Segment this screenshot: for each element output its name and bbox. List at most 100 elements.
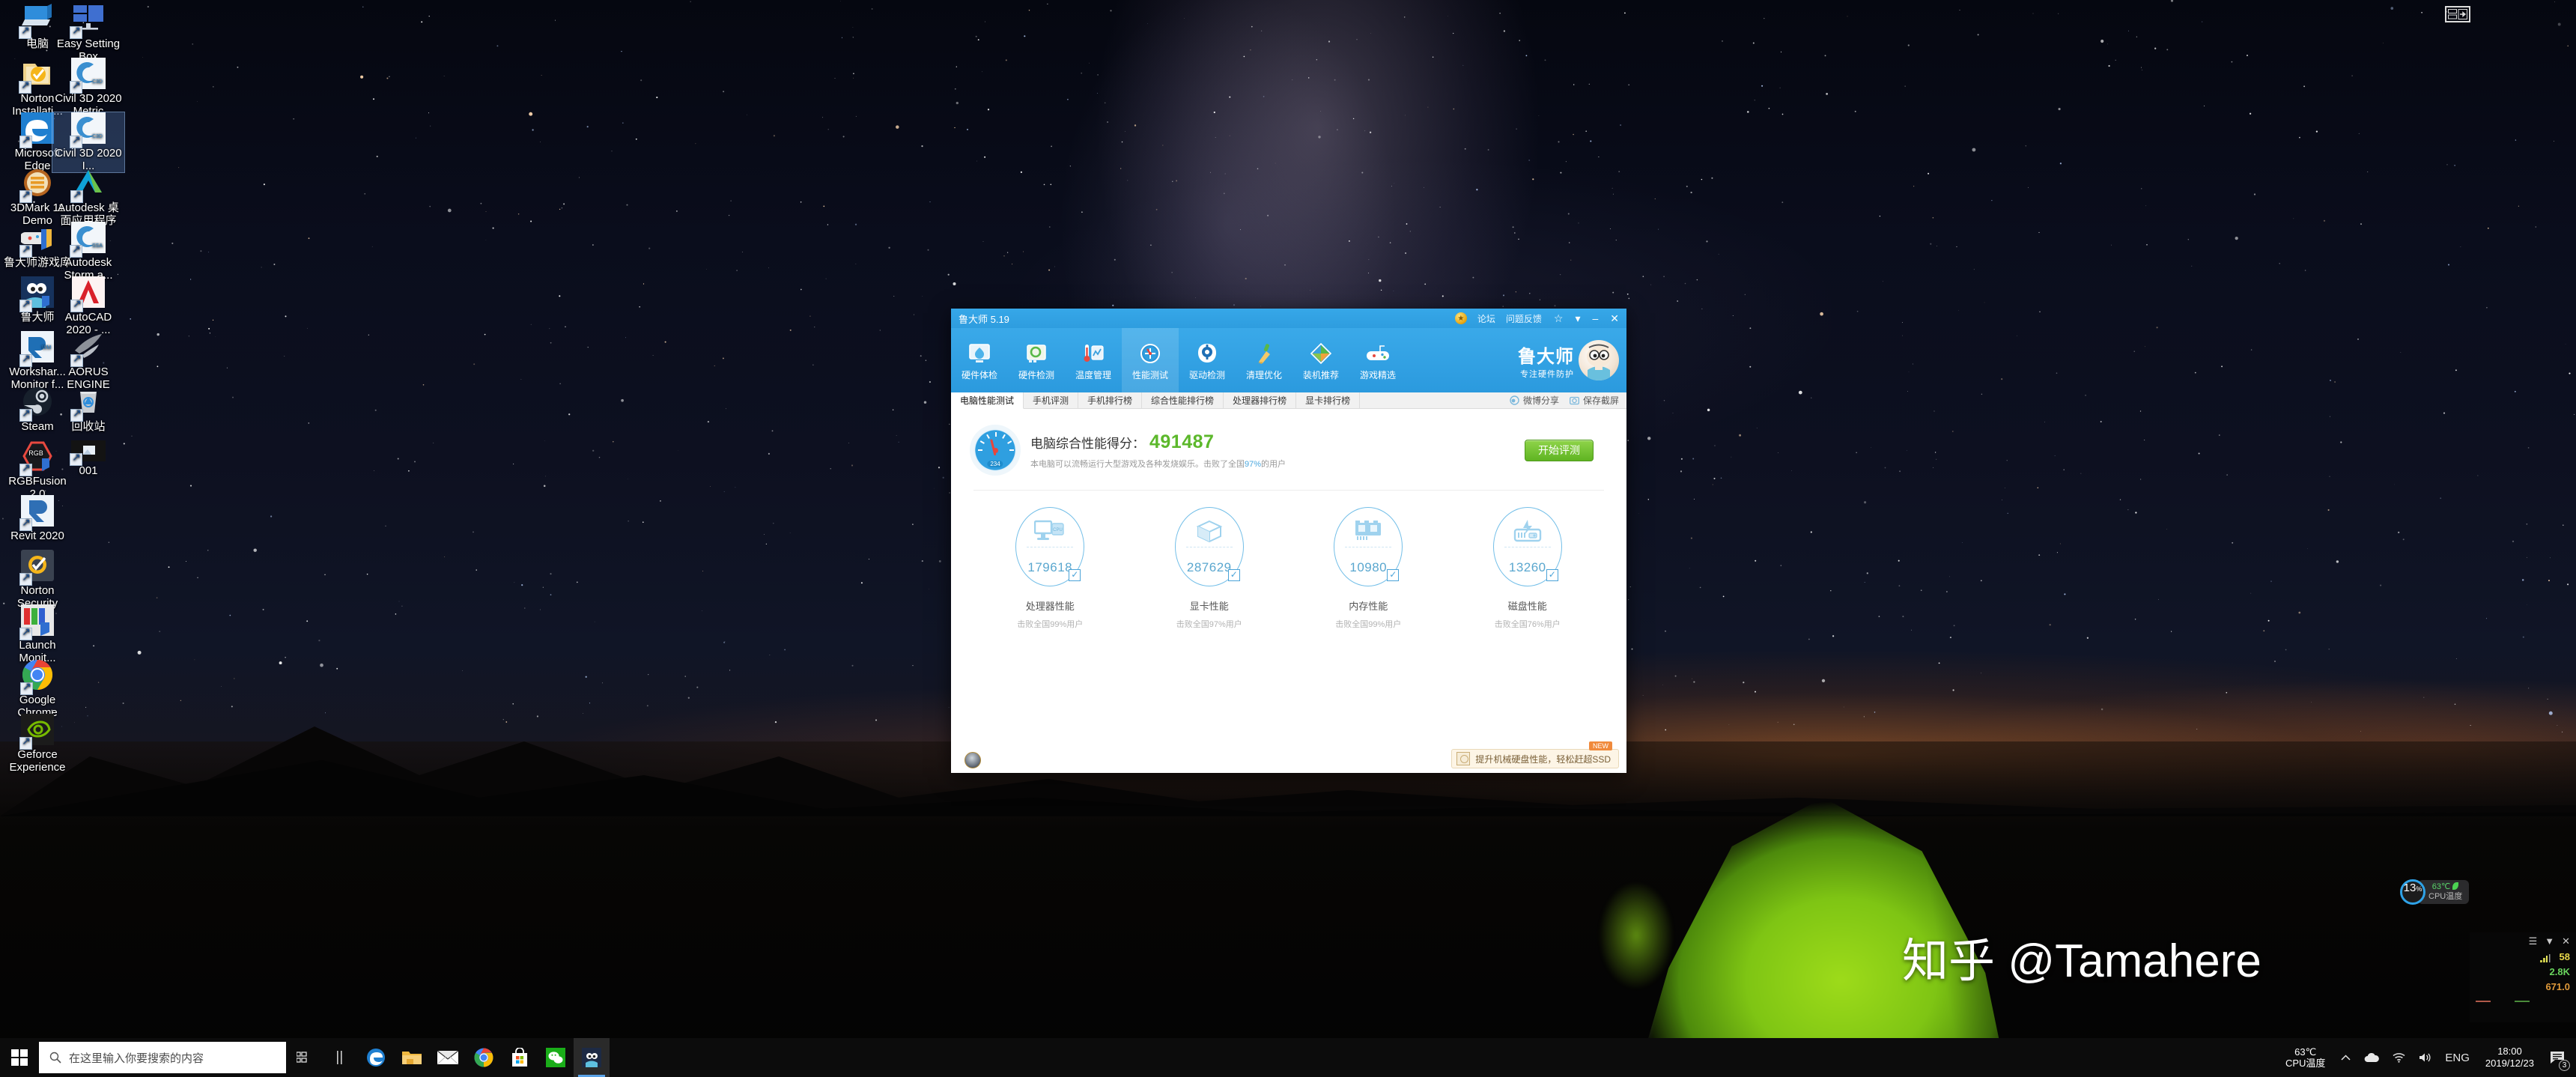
tab-bar[interactable]: 电脑性能测试 手机评测 手机排行榜 综合性能排行榜 处理器排行榜 显卡排行榜 微…: [951, 392, 1626, 409]
card-cpu[interactable]: CPU 179618 ✓ 处理器性能 击败全国99%用户: [982, 507, 1117, 630]
taskbar-clock[interactable]: 18:00 2019/12/23: [2476, 1046, 2543, 1070]
desktop-icon-8[interactable]: Autodesk 桌面应用程序: [52, 167, 124, 227]
nav-item-game-selection[interactable]: 游戏精选: [1349, 328, 1406, 392]
nav-item-build-recommend[interactable]: 装机推荐: [1292, 328, 1349, 392]
osd-value-fps: 58: [2560, 951, 2570, 962]
desktop-icon-21[interactable]: Launch Monit...: [1, 604, 73, 664]
medal-icon[interactable]: ★: [1455, 312, 1467, 324]
sparkline-red-icon: [2476, 997, 2510, 1003]
taskbar-app-wechat[interactable]: [538, 1038, 574, 1077]
desktop-icon-22[interactable]: Google Chrome: [1, 659, 73, 719]
menu-icon[interactable]: ▾: [1575, 313, 1580, 324]
card-gpu[interactable]: 287629 ✓ 显卡性能 击败全国97%用户: [1142, 507, 1277, 630]
cpu-monitor-icon: CPU: [1034, 520, 1066, 544]
desktop-icon-20[interactable]: Norton Security: [1, 550, 73, 610]
nav-item-temperature[interactable]: 温度管理: [1065, 328, 1122, 392]
rocket-icon[interactable]: [965, 752, 981, 768]
start-button[interactable]: [0, 1038, 39, 1077]
cortana-bars-icon[interactable]: [322, 1038, 358, 1077]
main-navigation[interactable]: 硬件体检 硬件检测 温度管理 性能测试 驱动检测 清理优化 装机推荐 游戏精选 …: [951, 328, 1626, 392]
cpu-temp-value: 63℃: [2432, 882, 2451, 891]
nav-label: 驱动检测: [1189, 368, 1225, 381]
tab-gpu-ranking[interactable]: 显卡排行榜: [1296, 392, 1360, 408]
task-view-icon[interactable]: [286, 1038, 322, 1077]
shortcut-overlay-icon: [70, 409, 83, 422]
nav-item-driver-detect[interactable]: 驱动检测: [1179, 328, 1236, 392]
window-titlebar[interactable]: 鲁大师 5.19 ★ 论坛 问题反馈 ☆ ▾ – ✕: [951, 309, 1626, 328]
feedback-link[interactable]: 问题反馈: [1506, 312, 1542, 325]
volume-icon[interactable]: [2412, 1038, 2438, 1077]
show-hidden-icons-button[interactable]: [2334, 1038, 2357, 1077]
nav-item-performance-test[interactable]: 性能测试: [1122, 328, 1179, 392]
taskbar-app-microsoft-store[interactable]: [502, 1038, 538, 1077]
show-desktop-icon[interactable]: [2445, 6, 2470, 22]
language-indicator[interactable]: ENG: [2438, 1038, 2476, 1077]
close-icon[interactable]: ✕: [1610, 313, 1619, 324]
desktop-icon-19[interactable]: Revit 2020: [1, 495, 73, 542]
desktop-icon-18[interactable]: 001: [52, 440, 124, 477]
cpu-usage-ring[interactable]: 13%: [2400, 879, 2425, 905]
taskbar-app-edge[interactable]: [358, 1038, 394, 1077]
start-benchmark-button[interactable]: 开始评测: [1525, 440, 1594, 461]
minimize-icon[interactable]: –: [1592, 313, 1598, 324]
forum-link[interactable]: 论坛: [1477, 312, 1495, 325]
taskbar-app-mail[interactable]: [430, 1038, 466, 1077]
tray-cpu-temp[interactable]: 63℃ CPU温度: [2276, 1046, 2334, 1069]
windows-taskbar[interactable]: 在这里输入你要搜索的内容 63℃ CPU温度 ENG 18:00 2019/12…: [0, 1038, 2576, 1077]
card-memory[interactable]: 10980 ✓ 内存性能 击败全国99%用户: [1301, 507, 1436, 630]
notification-center-button[interactable]: 3: [2543, 1038, 2572, 1077]
brand-block: 鲁大师 专注硬件防护: [1518, 328, 1626, 392]
menu-icon[interactable]: ☰: [2529, 935, 2538, 947]
nav-label: 装机推荐: [1303, 368, 1339, 381]
weibo-share-button[interactable]: 微博分享: [1510, 394, 1559, 407]
desktop-icon-2[interactable]: Easy Setting Box: [52, 3, 124, 63]
collapse-icon[interactable]: ▼: [2545, 935, 2554, 947]
desktop-icon-10[interactable]: SSAAutodesk Storm a...: [52, 222, 124, 282]
desktop-icon-16[interactable]: 回收站: [52, 386, 124, 433]
cpu-float-widget[interactable]: 13% 63℃ CPU温度: [2400, 879, 2469, 905]
desktop-icon-14[interactable]: AORUS ENGINE: [52, 331, 124, 391]
taskbar-app-chrome[interactable]: [466, 1038, 502, 1077]
civil3d-metric-icon: C3D: [71, 79, 106, 92]
ludashi-window[interactable]: 鲁大师 5.19 ★ 论坛 问题反馈 ☆ ▾ – ✕ 硬件体检 硬件检测 温度管…: [951, 309, 1626, 773]
skin-icon[interactable]: ☆: [1554, 313, 1564, 324]
osd-monitor-widget[interactable]: ☰ ▼ ✕ 58 2.8K 671.0: [2470, 932, 2576, 1022]
tab-phone-review[interactable]: 手机评测: [1024, 392, 1078, 408]
close-icon[interactable]: ✕: [2562, 935, 2570, 947]
network-icon[interactable]: [2386, 1038, 2412, 1077]
desktop-icon-4[interactable]: C3DCivil 3D 2020 Metric: [52, 58, 124, 118]
cpu-temp-box[interactable]: 63℃ CPU温度: [2418, 880, 2469, 904]
taskbar-app-ludashi[interactable]: [574, 1038, 610, 1077]
taskbar-search[interactable]: 在这里输入你要搜索的内容: [39, 1042, 286, 1073]
desktop-icon-12[interactable]: AutoCAD 2020 - ...: [52, 276, 124, 336]
tab-phone-ranking[interactable]: 手机排行榜: [1078, 392, 1142, 408]
nav-item-clean-optimize[interactable]: 清理优化: [1236, 328, 1292, 392]
save-screenshot-button[interactable]: 保存截屏: [1570, 394, 1619, 407]
shortcut-overlay-icon: [70, 136, 82, 148]
shortcut-overlay-icon: [19, 190, 32, 203]
shortcut-overlay-icon: [20, 682, 33, 695]
brand-text: 鲁大师 专注硬件防护: [1518, 342, 1574, 380]
taskbar-app-file-explorer[interactable]: [394, 1038, 430, 1077]
desktop-icon-6[interactable]: C3DCivil 3D 2020 I...: [52, 112, 124, 172]
osd-row-clock: 2.8K: [2476, 966, 2570, 977]
easy-setting-box-icon: [71, 25, 106, 37]
desktop-icon-23[interactable]: Geforce Experience: [1, 714, 73, 774]
card-disk[interactable]: 13260 ✓ 磁盘性能 击败全国76%用户: [1460, 507, 1595, 630]
nav-item-hardware-detect[interactable]: 硬件检测: [1008, 328, 1065, 392]
tab-cpu-ranking[interactable]: 处理器排行榜: [1224, 392, 1296, 408]
revit-icon: [21, 517, 54, 530]
nav-item-hardware-checkup[interactable]: 硬件体检: [951, 328, 1008, 392]
tab-actions: 微博分享 保存截屏: [1510, 392, 1626, 408]
osd-controls[interactable]: ☰ ▼ ✕: [2476, 935, 2570, 947]
system-tray[interactable]: 63℃ CPU温度 ENG 18:00 2019/12/23 3: [2276, 1038, 2576, 1077]
tab-overall-ranking[interactable]: 综合性能排行榜: [1142, 392, 1224, 408]
benchmark-cards: CPU 179618 ✓ 处理器性能 击败全国99%用户 287629 ✓ 显卡…: [951, 491, 1626, 630]
svg-text:RGB: RGB: [28, 449, 43, 457]
tab-pc-performance[interactable]: 电脑性能测试: [951, 392, 1024, 409]
card-desc: 击败全国76%用户: [1460, 618, 1595, 630]
promo-banner[interactable]: 提升机械硬盘性能，轻松赶超SSD NEW: [1451, 749, 1619, 768]
onedrive-icon[interactable]: [2357, 1038, 2386, 1077]
card-name: 内存性能: [1301, 598, 1436, 613]
gpu-cube-icon: [1196, 520, 1223, 546]
